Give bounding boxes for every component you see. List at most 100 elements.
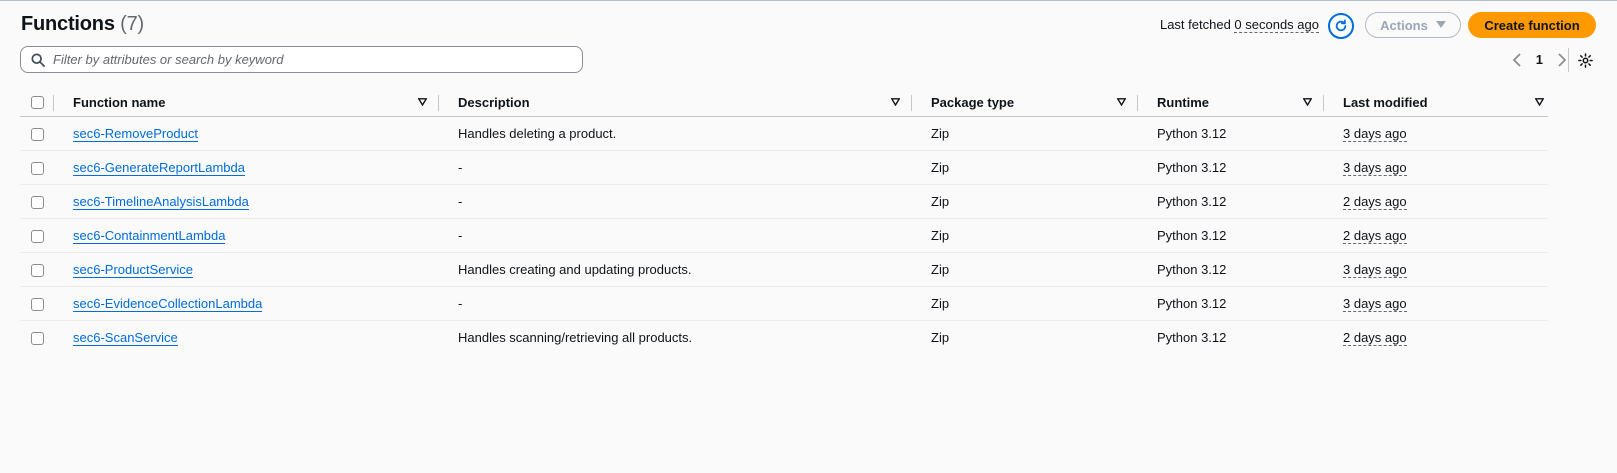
package-type-cell: Zip <box>912 116 1138 151</box>
column-header-function-name[interactable]: Function name <box>64 88 439 117</box>
top-divider <box>0 0 1617 1</box>
last-fetched-label: Last fetched <box>1159 17 1231 32</box>
sort-icon[interactable] <box>1117 98 1126 106</box>
table-row: sec6-GenerateReportLambda - Zip Python 3.12… <box>20 150 1548 185</box>
last-modified-cell: 3 days ago <box>1324 116 1548 151</box>
row-select-cell <box>20 116 64 151</box>
function-name-cell: sec6-ProductService <box>64 252 439 287</box>
function-name-cell: sec6-GenerateReportLambda <box>64 150 439 185</box>
last-modified-cell: 3 days ago <box>1324 286 1548 321</box>
pagination: 1 <box>1512 52 1567 67</box>
description-cell: Handles deleting a product. <box>439 116 912 151</box>
column-label: Package type <box>931 94 1015 110</box>
page-title-text: Functions <box>21 13 115 35</box>
last-modified-value: 2 days ago <box>1343 194 1407 210</box>
row-checkbox[interactable] <box>31 332 44 346</box>
row-select-cell <box>20 184 64 219</box>
runtime-cell: Python 3.12 <box>1138 218 1324 253</box>
last-modified-cell: 3 days ago <box>1324 252 1548 287</box>
runtime-cell: Python 3.12 <box>1138 286 1324 321</box>
function-name-cell: sec6-TimelineAnalysisLambda <box>64 184 439 219</box>
function-name-link[interactable]: sec6-ProductService <box>73 262 193 278</box>
column-label: Runtime <box>1157 94 1209 110</box>
table-row: sec6-EvidenceCollectionLambda - Zip Python … <box>20 286 1548 321</box>
actions-button[interactable]: Actions <box>1365 12 1461 38</box>
table-header-row: Function name Description Package type R… <box>20 88 1548 117</box>
function-name-link[interactable]: sec6-GenerateReportLambda <box>73 160 245 176</box>
package-type-cell: Zip <box>912 218 1138 253</box>
description-cell: Handles scanning/retrieving all products… <box>458 330 693 345</box>
last-fetched-value: 0 seconds ago <box>1234 17 1319 33</box>
package-type-cell: Zip <box>912 252 1138 287</box>
row-select-cell <box>20 286 64 321</box>
last-modified-value: 2 days ago <box>1343 228 1407 244</box>
table-row: sec6-ContainmentLambda - Zip Python 3.12 2 d… <box>20 218 1548 253</box>
package-type-cell: Zip <box>912 150 1138 185</box>
runtime-cell: Python 3.12 <box>1138 184 1324 219</box>
function-name-cell: sec6-ScanService <box>64 321 439 355</box>
sort-icon[interactable] <box>1303 98 1312 106</box>
package-type-cell: Zip <box>912 286 1138 321</box>
function-count: (7) <box>120 13 144 35</box>
column-label: Description <box>458 94 530 110</box>
table-row: sec6-TimelineAnalysisLambda - Zip Python 3.… <box>20 184 1548 219</box>
column-label: Function name <box>73 94 166 110</box>
column-header-last-modified[interactable]: Last modified <box>1324 88 1548 117</box>
last-modified-cell: 2 days ago <box>1324 321 1548 355</box>
page-number[interactable]: 1 <box>1536 52 1543 67</box>
row-select-cell <box>20 321 64 355</box>
description-cell: Handles creating and updating products. <box>439 252 912 287</box>
refresh-icon <box>1335 19 1347 32</box>
row-checkbox[interactable] <box>31 196 44 210</box>
row-checkbox[interactable] <box>31 230 44 244</box>
last-modified-value: 3 days ago <box>1343 160 1407 176</box>
filter-search-box[interactable] <box>20 46 583 73</box>
last-modified-cell: 3 days ago <box>1324 150 1548 185</box>
select-all-checkbox[interactable] <box>31 95 44 109</box>
sort-icon[interactable] <box>891 98 900 106</box>
refresh-button[interactable] <box>1328 13 1354 39</box>
last-modified-cell: 2 days ago <box>1324 184 1548 219</box>
table-row: sec6-ProductService Handles creating and … <box>20 252 1548 287</box>
sort-icon[interactable] <box>418 98 427 106</box>
function-name-link[interactable]: sec6-ContainmentLambda <box>73 228 226 244</box>
sort-icon[interactable] <box>1535 98 1544 106</box>
search-icon <box>31 52 45 67</box>
table-row: sec6-ScanService Handles scanning/retriev… <box>20 321 1548 355</box>
row-checkbox[interactable] <box>31 128 44 142</box>
row-select-cell <box>20 218 64 253</box>
function-name-link[interactable]: sec6-TimelineAnalysisLambda <box>73 194 249 210</box>
actions-label: Actions <box>1380 17 1428 33</box>
chevron-right-icon[interactable] <box>1557 52 1567 67</box>
last-modified-value: 3 days ago <box>1343 262 1407 278</box>
caret-down-icon <box>1435 21 1446 28</box>
create-function-button[interactable]: Create function <box>1468 12 1596 38</box>
function-name-link[interactable]: sec6-EvidenceCollectionLambda <box>73 296 263 312</box>
row-checkbox[interactable] <box>31 264 44 278</box>
last-modified-value: 3 days ago <box>1343 126 1407 142</box>
description-cell: - <box>439 218 912 253</box>
runtime-cell: Python 3.12 <box>1157 330 1227 345</box>
runtime-cell: Python 3.12 <box>1138 150 1324 185</box>
column-header-description[interactable]: Description <box>439 88 912 117</box>
last-modified-value: 3 days ago <box>1343 296 1407 312</box>
page-header: Functions (7) Last fetched 0 seconds ago… <box>21 12 1596 40</box>
settings-icon[interactable] <box>1578 53 1593 68</box>
last-modified-value: 2 days ago <box>1343 330 1407 346</box>
function-name-cell: sec6-ContainmentLambda <box>64 218 439 253</box>
function-name-link[interactable]: sec6-ScanService <box>73 330 178 346</box>
runtime-cell: Python 3.12 <box>1138 116 1324 151</box>
column-header-runtime[interactable]: Runtime <box>1138 88 1324 117</box>
row-checkbox[interactable] <box>31 162 44 176</box>
row-checkbox[interactable] <box>31 298 44 312</box>
search-input[interactable] <box>53 52 553 67</box>
row-select-cell <box>20 252 64 287</box>
last-fetched: Last fetched 0 seconds ago <box>1159 17 1319 33</box>
table-row: sec6-RemoveProduct Handles deleting a pro… <box>20 116 1548 151</box>
functions-table: Function name Description Package type R… <box>20 88 1548 354</box>
function-name-link[interactable]: sec6-RemoveProduct <box>73 126 198 142</box>
last-modified-cell: 2 days ago <box>1324 218 1548 253</box>
runtime-cell: Python 3.12 <box>1138 252 1324 287</box>
column-header-package-type[interactable]: Package type <box>912 88 1138 117</box>
chevron-left-icon[interactable] <box>1512 52 1522 67</box>
